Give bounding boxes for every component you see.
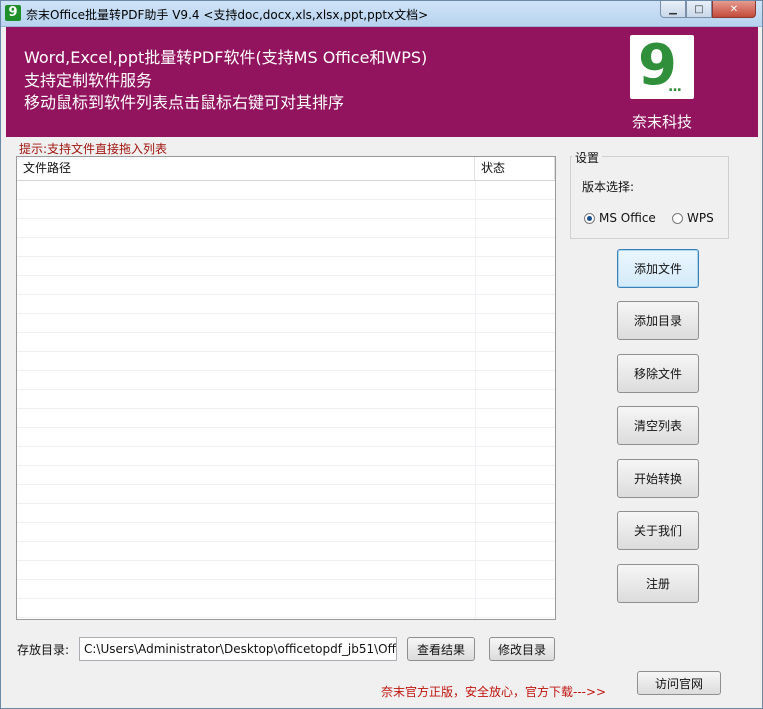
empty-list-cell (17, 618, 476, 619)
file-list[interactable]: 文件路径 状态 (16, 156, 556, 620)
minimize-button[interactable]: ▁ (660, 1, 686, 18)
empty-list-cell (17, 561, 476, 579)
about-us-button[interactable]: 关于我们 (617, 511, 699, 550)
view-result-button[interactable]: 查看结果 (407, 637, 475, 661)
remove-file-button[interactable]: 移除文件 (617, 354, 699, 393)
empty-list-row (17, 371, 555, 390)
empty-list-row (17, 295, 555, 314)
empty-list-row (17, 390, 555, 409)
empty-list-cell (17, 181, 476, 199)
close-button[interactable]: ✕ (712, 1, 756, 18)
official-promo-text: 奈末官方正版，安全放心，官方下载--->> (381, 685, 607, 699)
empty-list-cell (17, 447, 476, 465)
maximize-button[interactable]: □ (686, 1, 712, 18)
empty-list-cell (17, 523, 476, 541)
banner-line-1: Word,Excel,ppt批量转PDF软件(支持MS Office和WPS) (24, 48, 428, 67)
empty-list-row (17, 333, 555, 352)
company-logo: 9 ... (630, 33, 694, 99)
company-name: 奈末科技 (631, 113, 692, 131)
output-dir-label: 存放目录: (17, 643, 70, 657)
app-logo-icon: 9 (5, 5, 21, 21)
empty-list-row (17, 314, 555, 333)
register-button[interactable]: 注册 (617, 564, 699, 603)
empty-list-cell (17, 599, 476, 617)
empty-list-cell (17, 314, 476, 332)
banner-line-2: 支持定制软件服务 (24, 71, 153, 90)
radio-ms-office-dot[interactable] (584, 212, 595, 224)
radio-wps-label: WPS (687, 211, 714, 225)
empty-list-cell (17, 371, 476, 389)
empty-list-cell (17, 333, 476, 351)
empty-list-row (17, 485, 555, 504)
empty-list-row (17, 504, 555, 523)
empty-list-row (17, 466, 555, 485)
header-banner: Word,Excel,ppt批量转PDF软件(支持MS Office和WPS) … (6, 27, 758, 137)
add-file-button[interactable]: 添加文件 (617, 249, 699, 288)
visit-website-button[interactable]: 访问官网 (637, 671, 721, 695)
settings-legend: 设置 (572, 149, 603, 166)
radio-wps-dot[interactable] (672, 212, 683, 224)
add-folder-button[interactable]: 添加目录 (617, 301, 699, 340)
empty-list-cell (17, 409, 476, 427)
empty-list-row (17, 200, 555, 219)
empty-list-row (17, 428, 555, 447)
empty-list-cell (17, 352, 476, 370)
empty-list-row (17, 219, 555, 238)
start-convert-button[interactable]: 开始转换 (617, 459, 699, 498)
empty-list-row (17, 618, 555, 619)
radio-wps[interactable]: WPS (672, 211, 714, 225)
empty-list-cell (17, 542, 476, 560)
empty-list-row (17, 580, 555, 599)
empty-list-row (17, 238, 555, 257)
empty-list-cell (17, 466, 476, 484)
empty-list-cell (17, 219, 476, 237)
empty-list-cell (17, 200, 476, 218)
empty-list-cell (17, 504, 476, 522)
empty-list-row (17, 181, 555, 200)
radio-ms-office[interactable]: MS Office (584, 211, 656, 225)
output-dir-field[interactable]: C:\Users\Administrator\Desktop\officetop… (79, 637, 397, 661)
version-label: 版本选择: (582, 180, 635, 194)
empty-list-cell (17, 276, 476, 294)
file-list-body[interactable] (17, 181, 555, 619)
settings-group (570, 156, 729, 239)
column-header-path[interactable]: 文件路径 (17, 157, 475, 180)
empty-list-cell (17, 428, 476, 446)
empty-list-row (17, 276, 555, 295)
drag-hint: 提示:支持文件直接拖入列表 (19, 142, 168, 156)
empty-list-cell (17, 390, 476, 408)
window-title: 奈末Office批量转PDF助手 V9.4 <支持doc,docx,xls,xl… (26, 8, 429, 22)
column-header-status[interactable]: 状态 (475, 157, 555, 180)
banner-line-3: 移动鼠标到软件列表点击鼠标右键可对其排序 (24, 93, 345, 112)
window-controls: ▁ □ ✕ (660, 1, 756, 19)
empty-list-row (17, 599, 555, 618)
empty-list-cell (17, 295, 476, 313)
empty-list-row (17, 561, 555, 580)
title-bar[interactable]: 9 奈末Office批量转PDF助手 V9.4 <支持doc,docx,xls,… (1, 1, 762, 27)
file-list-header: 文件路径 状态 (17, 157, 555, 181)
clear-list-button[interactable]: 清空列表 (617, 406, 699, 445)
empty-list-cell (17, 238, 476, 256)
empty-list-cell (17, 580, 476, 598)
empty-list-row (17, 352, 555, 371)
empty-list-cell (17, 257, 476, 275)
empty-list-row (17, 409, 555, 428)
empty-list-row (17, 257, 555, 276)
empty-list-row (17, 523, 555, 542)
empty-list-cell (17, 485, 476, 503)
empty-list-row (17, 447, 555, 466)
radio-ms-office-label: MS Office (599, 211, 656, 225)
change-dir-button[interactable]: 修改目录 (489, 637, 555, 661)
logo-dots: ... (668, 79, 682, 95)
empty-list-row (17, 542, 555, 561)
app-window: 9 奈末Office批量转PDF助手 V9.4 <支持doc,docx,xls,… (0, 0, 763, 709)
